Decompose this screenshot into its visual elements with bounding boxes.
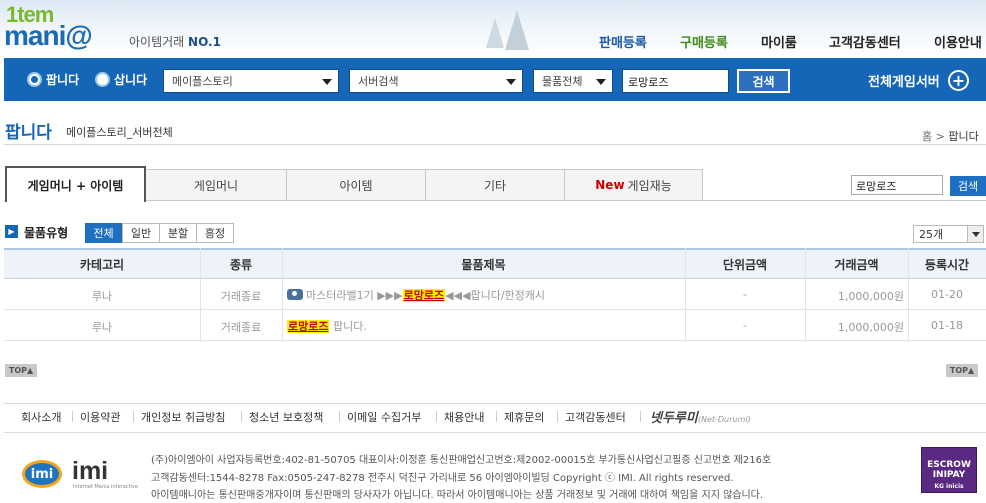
cell-price: 1,000,000원 — [837, 321, 904, 334]
footer-separator — [339, 411, 340, 422]
tab-item[interactable]: 아이템 — [287, 169, 426, 201]
footer-link-privacy[interactable]: 개인정보 취급방침 — [141, 409, 225, 425]
site-slogan: 아이템거래 NO.1 — [129, 35, 221, 49]
page-title: 팝니다 — [5, 123, 52, 143]
filter-label: 물품유형 — [24, 226, 69, 240]
cell-category: 루나 — [91, 290, 113, 303]
chip-negotiate[interactable]: 흥정 — [196, 223, 234, 243]
server-select[interactable]: 서버검색 — [349, 69, 523, 93]
cell-price: 1,000,000원 — [837, 290, 904, 303]
imi-emblem-icon: imi — [22, 460, 62, 488]
camera-icon — [287, 289, 303, 300]
sub-search-input[interactable]: 로망로즈 — [851, 175, 943, 195]
cell-type: 거래종료 — [220, 290, 262, 303]
cell-unit-price: - — [743, 288, 747, 301]
page-subtitle: 메이플스토리_서버전체 — [66, 126, 173, 139]
breadcrumb: 홈 > 팝니다 — [922, 130, 979, 143]
chip-all[interactable]: 전체 — [85, 223, 122, 243]
footer-separator — [640, 411, 641, 422]
dropdown-arrow-icon — [506, 79, 516, 85]
footer-info-line: (주)아이엠아이 사업자등록번호:402-81-50705 대표이사:이정훈 통… — [151, 455, 772, 466]
col-divider — [805, 248, 806, 342]
per-page-select[interactable]: 25개 — [913, 225, 984, 243]
th-time[interactable]: 등록시간 — [908, 256, 986, 273]
col-divider — [282, 248, 283, 342]
tab-money-item[interactable]: 게임머니 + 아이템 — [5, 166, 146, 202]
imi-subtitle: Internet Mania Interactive — [73, 484, 138, 490]
dropdown-arrow-icon — [967, 226, 983, 242]
plus-circle-icon[interactable]: + — [948, 70, 969, 91]
col-divider — [685, 248, 686, 342]
radio-buy[interactable]: 삽니다 — [95, 70, 147, 88]
footer-separator — [241, 411, 242, 422]
arrow-right-icon: ▶ — [5, 225, 18, 238]
imi-logo: imi — [72, 457, 109, 485]
dropdown-arrow-icon — [596, 79, 606, 85]
cell-title[interactable]: 마스터라벨1기 ▶▶▶로망로즈◀◀◀팝니다/한정캐시 — [287, 287, 545, 303]
cell-title[interactable]: 로망로즈 팝니다. — [287, 318, 367, 334]
all-servers-link[interactable]: 전체게임서버 — [868, 71, 940, 90]
escrow-badge[interactable]: ESCROW INIPAY KG inicis — [921, 447, 977, 493]
radio-unchecked-icon — [95, 71, 110, 87]
cell-time: 01-20 — [931, 288, 963, 301]
footer-separator — [133, 411, 134, 422]
chip-split[interactable]: 분할 — [159, 223, 197, 243]
decor-tree-icon — [505, 10, 529, 50]
netsign-logo[interactable]: 넷두루미(Net-Durumi) — [650, 407, 751, 426]
nav-customer-center[interactable]: 고객감동센터 — [829, 32, 901, 51]
site-logo[interactable]: mani@ — [4, 22, 93, 50]
footer-link-email[interactable]: 이메일 수집거부 — [347, 409, 421, 425]
breadcrumb-current: 팝니다 — [948, 130, 979, 143]
footer-separator — [436, 411, 437, 422]
footer-separator — [557, 411, 558, 422]
footer-link-jobs[interactable]: 채용안내 — [444, 409, 484, 425]
nav-guide[interactable]: 이용안내 — [934, 32, 982, 51]
decor-tree-icon — [486, 18, 504, 48]
cell-unit-price: - — [743, 319, 747, 332]
col-divider — [908, 248, 909, 342]
nav-myroom[interactable]: 마이룸 — [761, 32, 797, 51]
dropdown-arrow-icon — [322, 79, 332, 85]
footer-info-line: 아이템매니아는 통신판매중개자이며 통신판매의 당사자가 아닙니다. 따라서 아… — [151, 490, 764, 501]
radio-buy-label: 삽니다 — [114, 72, 148, 87]
footer-info-line: 고객감동센터:1544-8278 Fax:0505-247-8278 전주시 덕… — [151, 473, 734, 484]
col-divider — [200, 248, 201, 342]
th-type[interactable]: 종류 — [200, 256, 282, 273]
th-category[interactable]: 카테고리 — [4, 256, 200, 273]
tab-game-talent[interactable]: New 게임재능 — [565, 169, 703, 201]
nav-sell-register[interactable]: 판매등록 — [599, 32, 647, 51]
top-button-left[interactable]: TOP ▲ — [5, 364, 37, 377]
sub-search-button[interactable]: 검색 — [950, 176, 986, 196]
cell-time: 01-18 — [931, 319, 963, 332]
breadcrumb-home[interactable]: 홈 — [922, 130, 932, 143]
radio-sell-label: 팝니다 — [46, 72, 80, 87]
radio-checked-icon — [27, 71, 42, 87]
nav-buy-register[interactable]: 구매등록 — [680, 32, 728, 51]
search-input[interactable]: 로망로즈 — [622, 69, 729, 93]
game-select[interactable]: 메이플스토리 — [163, 69, 339, 93]
search-button[interactable]: 검색 — [737, 69, 790, 93]
footer-link-terms[interactable]: 이용약관 — [80, 409, 120, 425]
top-button-right[interactable]: TOP ▲ — [946, 364, 978, 377]
divider — [4, 144, 986, 145]
tab-game-money[interactable]: 게임머니 — [145, 169, 287, 201]
th-unit-price[interactable]: 단위금액 — [685, 256, 805, 273]
footer-separator — [72, 411, 73, 422]
tab-etc[interactable]: 기타 — [426, 169, 565, 201]
cell-type: 거래종료 — [220, 321, 262, 334]
radio-sell[interactable]: 팝니다 — [27, 70, 79, 88]
footer-link-youth[interactable]: 청소년 보호정책 — [249, 409, 323, 425]
th-price[interactable]: 거래금액 — [805, 256, 908, 273]
new-badge: New — [595, 178, 625, 192]
footer-separator — [496, 411, 497, 422]
th-title[interactable]: 물품제목 — [282, 256, 685, 273]
chip-normal[interactable]: 일반 — [122, 223, 160, 243]
footer-link-cs[interactable]: 고객감동센터 — [565, 409, 626, 425]
cell-category: 루나 — [91, 321, 113, 334]
footer-link-partner[interactable]: 제휴문의 — [504, 409, 544, 425]
category-select[interactable]: 물품전체 — [533, 69, 613, 93]
footer-link-company[interactable]: 회사소개 — [21, 409, 61, 425]
